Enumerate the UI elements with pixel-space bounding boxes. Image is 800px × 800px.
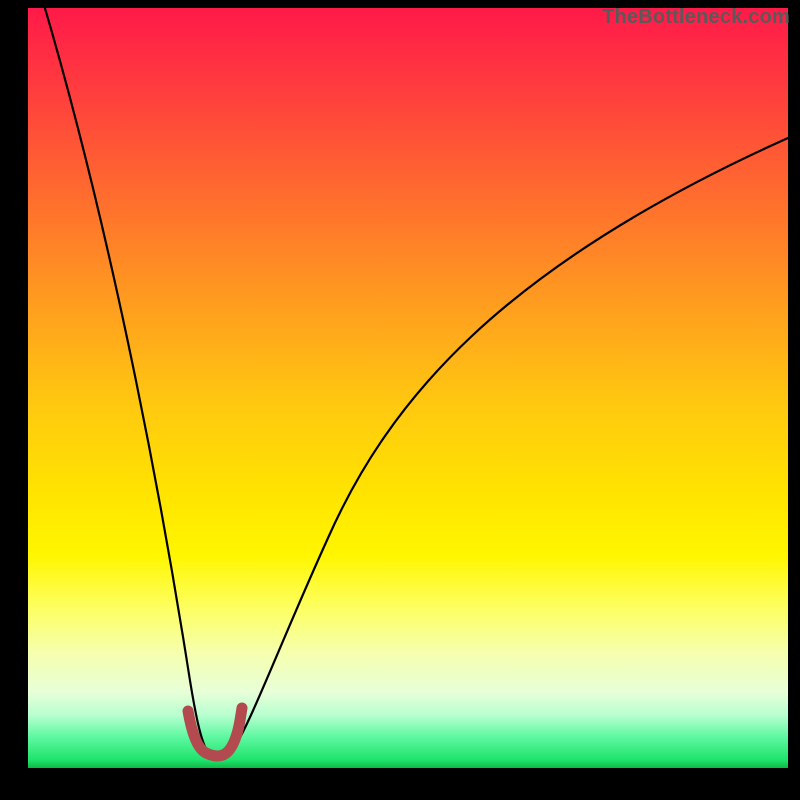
bottleneck-curve-svg [28, 8, 788, 768]
attribution-watermark: TheBottleneck.com [602, 6, 790, 29]
bottleneck-curve [39, 0, 788, 757]
chart-plot-area [28, 8, 788, 768]
